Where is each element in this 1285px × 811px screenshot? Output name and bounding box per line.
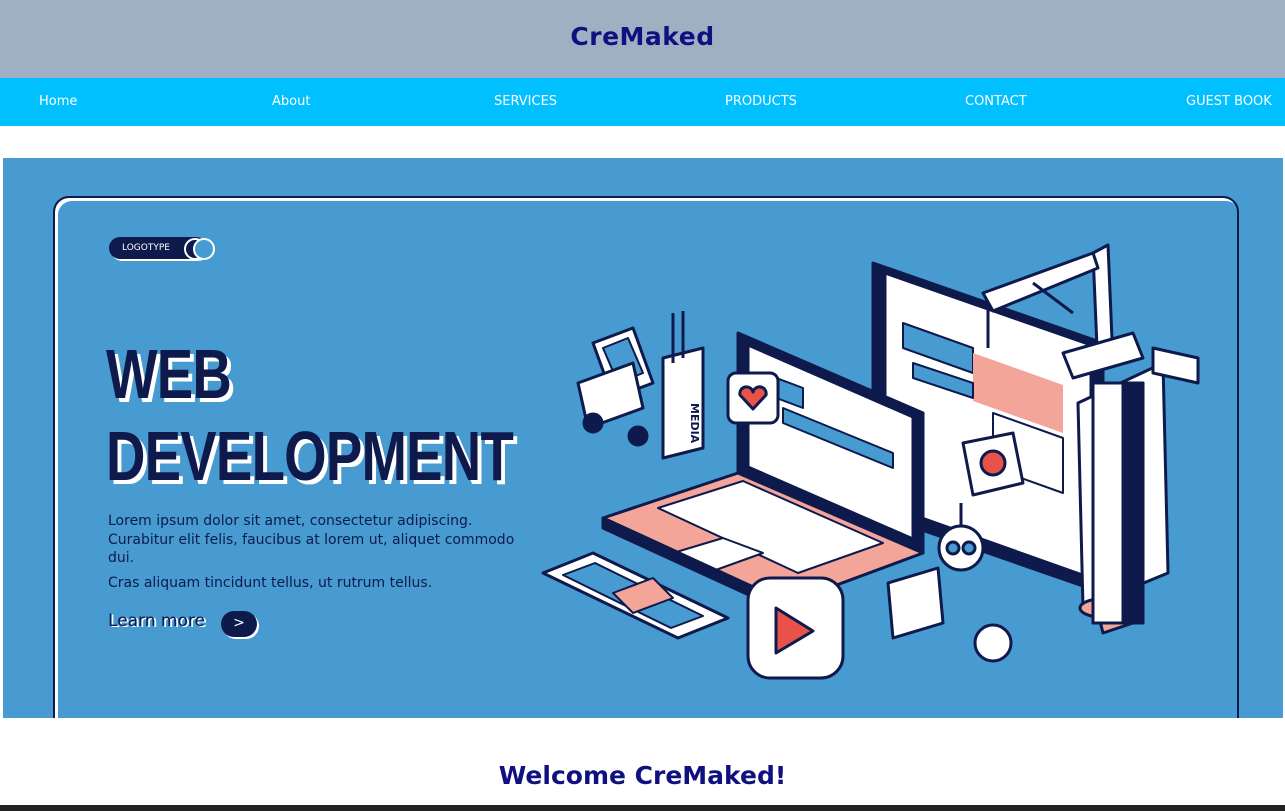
play-button-icon [746,576,845,680]
logo-ring-icon [193,238,215,260]
nav-item-contact[interactable]: CONTACT [965,94,1027,109]
hero-paragraph-1: Lorem ipsum dolor sit amet, consectetur … [108,513,515,566]
logotype-label: LOGOTYPE [122,243,170,253]
nav-item-guest-book[interactable]: GUEST BOOK [1186,94,1272,109]
bottom-divider [0,805,1285,811]
nav-item-about[interactable]: About [272,94,310,109]
headline-line-1: WEB [106,335,232,413]
forklift-icon [576,311,705,460]
hero-paragraph-2: Cras aliquam tincidunt tellus, ut rutrum… [108,574,433,591]
site-brand[interactable]: CreMaked [0,22,1285,51]
logotype-badge: LOGOTYPE [109,237,215,260]
arrow-right-icon[interactable]: > [221,611,257,637]
nav-item-home[interactable]: Home [39,94,77,109]
header-bar: CreMaked [0,0,1285,78]
headline-line-2: DEVELOPMENT [106,417,514,495]
nav-item-services[interactable]: SERVICES [494,94,557,109]
media-crate-label: MEDIA [688,403,701,444]
media-label: MEDIA [688,403,701,444]
welcome-heading: Welcome CreMaked! [498,760,787,790]
hero-headline: WEB DEVELOPMENT [106,333,514,497]
web-development-illustration: MEDIA [541,243,1200,680]
learn-more-label: Learn more [108,611,205,631]
learn-more-button[interactable]: Learn more > [108,611,257,637]
nav-item-products[interactable]: PRODUCTS [725,94,797,109]
hero-description: Lorem ipsum dolor sit amet, consectetur … [108,512,538,598]
hero-banner: LOGOTYPE WEB DEVELOPMENT Lorem ipsum dol… [3,158,1283,718]
main-nav: Home About SERVICES PRODUCTS CONTACT GUE… [0,78,1285,126]
